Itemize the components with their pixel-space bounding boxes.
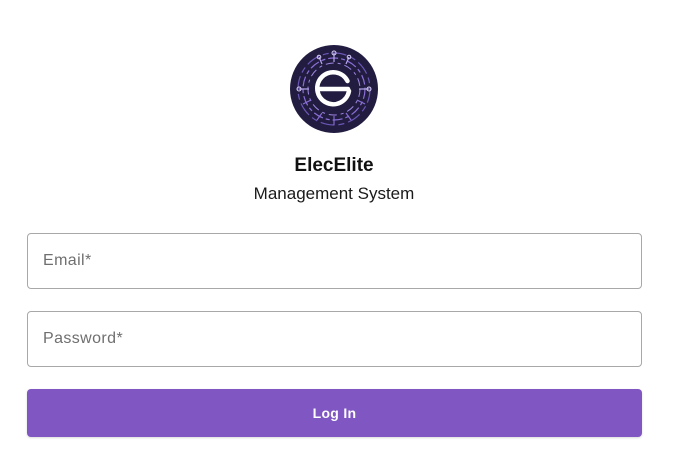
password-field-container xyxy=(27,311,642,367)
password-input[interactable] xyxy=(28,312,641,366)
app-subtitle: Management System xyxy=(253,184,415,203)
app-name: ElecElite xyxy=(294,155,374,176)
login-button[interactable]: Log In xyxy=(27,389,642,437)
email-input[interactable] xyxy=(28,234,641,288)
email-field-container xyxy=(27,233,642,289)
login-page: ElecElite Management System Log In xyxy=(0,0,681,472)
circuit-e-logo-icon xyxy=(289,44,379,134)
